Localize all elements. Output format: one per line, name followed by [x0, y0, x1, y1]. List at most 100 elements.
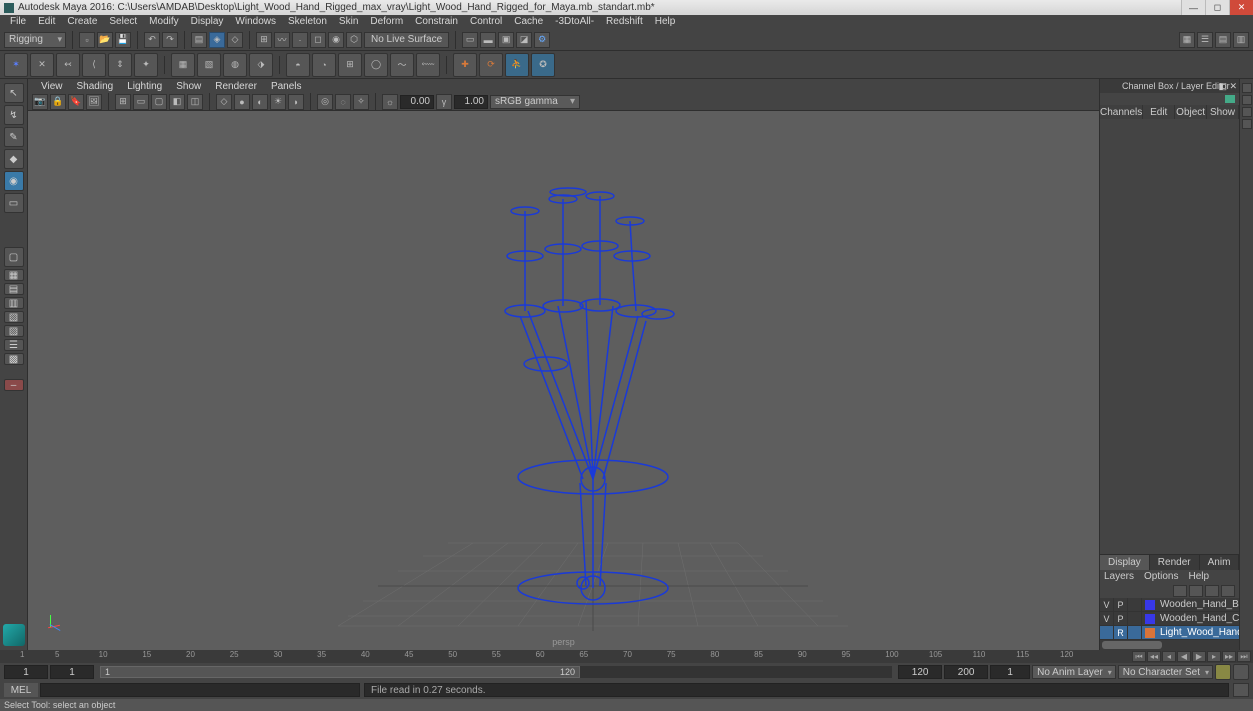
- lasso-tool-icon[interactable]: ↯: [4, 105, 24, 125]
- layer-new-selected-icon[interactable]: [1221, 585, 1235, 597]
- layout-custom-icon[interactable]: ▩: [4, 353, 24, 365]
- step-back-key-icon[interactable]: ◂◂: [1147, 651, 1161, 662]
- layer-reference-toggle[interactable]: [1128, 598, 1142, 611]
- layer-row[interactable]: V P Wooden_Hand_Contrl: [1100, 612, 1239, 626]
- open-scene-icon[interactable]: 📂: [97, 32, 113, 48]
- layout-outliner-persp-icon[interactable]: ▧: [4, 311, 24, 323]
- menu-control[interactable]: Control: [464, 15, 508, 29]
- scale-tool-icon[interactable]: ▭: [4, 193, 24, 213]
- layout-two-side-icon[interactable]: ▥: [4, 297, 24, 309]
- collapse-toolbox-icon[interactable]: –: [4, 379, 24, 391]
- layer-color-swatch[interactable]: [1145, 614, 1155, 624]
- go-to-start-icon[interactable]: ⏮: [1132, 651, 1146, 662]
- shelf-wrap-icon[interactable]: ◯: [364, 53, 388, 77]
- shelf-cluster-icon[interactable]: ◔: [312, 53, 336, 77]
- menu-help[interactable]: Help: [649, 15, 682, 29]
- layout-four-icon[interactable]: ▦: [4, 269, 24, 281]
- film-gate-icon[interactable]: ▭: [133, 94, 149, 110]
- rotate-tool-icon[interactable]: ◉: [4, 171, 24, 191]
- range-slider[interactable]: 1 120: [100, 666, 892, 678]
- menu-edit[interactable]: Edit: [32, 15, 61, 29]
- gamma-icon[interactable]: γ: [436, 94, 452, 110]
- resolution-gate-icon[interactable]: ▢: [151, 94, 167, 110]
- shelf-paint-weights-icon[interactable]: ◍: [223, 53, 247, 77]
- script-editor-icon[interactable]: [1233, 683, 1249, 697]
- layer-menu-layers[interactable]: Layers: [1104, 571, 1134, 582]
- play-backward-icon[interactable]: ◀: [1177, 651, 1191, 662]
- wireframe-icon[interactable]: ◇: [216, 94, 232, 110]
- shelf-joint-tool-icon[interactable]: ✶: [4, 53, 28, 77]
- shelf-humanik-icon[interactable]: ⛹: [505, 53, 529, 77]
- panel-menu-panels[interactable]: Panels: [264, 81, 309, 92]
- xray-icon[interactable]: ◌: [335, 94, 351, 110]
- layer-row[interactable]: V P Wooden_Hand_Bones: [1100, 598, 1239, 612]
- menu-display[interactable]: Display: [185, 15, 230, 29]
- channels-object-tab[interactable]: Object: [1175, 105, 1207, 119]
- animation-start-field[interactable]: 1: [4, 665, 48, 679]
- playback-start-field[interactable]: 1: [50, 665, 94, 679]
- channel-box-icon[interactable]: [1225, 95, 1235, 103]
- render-frame-icon[interactable]: ▣: [498, 32, 514, 48]
- menu-skeleton[interactable]: Skeleton: [282, 15, 333, 29]
- step-back-frame-icon[interactable]: ◂: [1162, 651, 1176, 662]
- modeling-toolkit-toggle-icon[interactable]: [1242, 119, 1252, 129]
- shelf-blendshape-icon[interactable]: ◓: [286, 53, 310, 77]
- step-forward-key-icon[interactable]: ▸▸: [1222, 651, 1236, 662]
- command-language-label[interactable]: MEL: [4, 683, 38, 697]
- grid-toggle-icon[interactable]: ⊞: [115, 94, 131, 110]
- layer-scrollbar[interactable]: [1100, 640, 1239, 650]
- move-tool-icon[interactable]: ◆: [4, 149, 24, 169]
- menu-redshift[interactable]: Redshift: [600, 15, 649, 29]
- time-slider[interactable]: 1510152025303540455055606570758085909510…: [0, 650, 1253, 663]
- shelf-wire-icon[interactable]: 〜: [390, 53, 414, 77]
- panel-layout-2-icon[interactable]: ☰: [1197, 32, 1213, 48]
- save-scene-icon[interactable]: 💾: [115, 32, 131, 48]
- redo-icon[interactable]: ↷: [162, 32, 178, 48]
- shelf-point-constraint-icon[interactable]: ✚: [453, 53, 477, 77]
- playback-end-field[interactable]: 120: [898, 665, 942, 679]
- shelf-ik-handle-icon[interactable]: ✕: [30, 53, 54, 77]
- layer-visibility-toggle[interactable]: [1100, 626, 1114, 639]
- shelf-orient-joint-icon[interactable]: ✦: [134, 53, 158, 77]
- layer-move-up-icon[interactable]: [1173, 585, 1187, 597]
- panel-menu-lighting[interactable]: Lighting: [120, 81, 169, 92]
- play-forward-icon[interactable]: ▶: [1192, 651, 1206, 662]
- menu-constrain[interactable]: Constrain: [409, 15, 464, 29]
- shelf-mirror-weights-icon[interactable]: ⬗: [249, 53, 273, 77]
- layer-playback-toggle[interactable]: P: [1114, 598, 1128, 611]
- shelf-lattice-icon[interactable]: ⊞: [338, 53, 362, 77]
- workspace-mode-dropdown[interactable]: Rigging: [4, 32, 66, 48]
- animation-prefs-icon[interactable]: [1233, 664, 1249, 680]
- panel-layout-3-icon[interactable]: ▤: [1215, 32, 1231, 48]
- gate-mask-icon[interactable]: ◧: [169, 94, 185, 110]
- snap-plane-icon[interactable]: ◻: [310, 32, 326, 48]
- layout-hypershade-icon[interactable]: ▨: [4, 325, 24, 337]
- layer-tab-anim[interactable]: Anim: [1200, 555, 1240, 570]
- image-plane-icon[interactable]: 🖼: [86, 94, 102, 110]
- layer-color-swatch[interactable]: [1145, 600, 1155, 610]
- new-scene-icon[interactable]: ▫: [79, 32, 95, 48]
- command-input[interactable]: [40, 683, 360, 697]
- layer-reference-toggle[interactable]: [1128, 612, 1142, 625]
- smooth-shade-icon[interactable]: ●: [234, 94, 250, 110]
- layer-reference-toggle[interactable]: [1128, 626, 1142, 639]
- menu-cache[interactable]: Cache: [508, 15, 549, 29]
- shelf-ik-spline-icon[interactable]: ↢: [56, 53, 80, 77]
- animation-end-field[interactable]: 200: [944, 665, 988, 679]
- panel-menu-view[interactable]: View: [34, 81, 70, 92]
- snap-grid-icon[interactable]: ⊞: [256, 32, 272, 48]
- channel-box-toggle-icon[interactable]: [1242, 107, 1252, 117]
- shelf-orient-constraint-icon[interactable]: ⟳: [479, 53, 503, 77]
- viewport[interactable]: persp: [28, 111, 1099, 650]
- select-camera-icon[interactable]: 📷: [32, 94, 48, 110]
- paint-select-tool-icon[interactable]: ✎: [4, 127, 24, 147]
- panel-menu-show[interactable]: Show: [169, 81, 208, 92]
- menu-select[interactable]: Select: [103, 15, 143, 29]
- tool-settings-toggle-icon[interactable]: [1242, 95, 1252, 105]
- select-by-object-icon[interactable]: ◈: [209, 32, 225, 48]
- layer-name[interactable]: Wooden_Hand_Contrl: [1158, 613, 1239, 624]
- layer-visibility-toggle[interactable]: V: [1100, 612, 1114, 625]
- ipr-render-icon[interactable]: ◪: [516, 32, 532, 48]
- layer-menu-options[interactable]: Options: [1144, 571, 1178, 582]
- render-settings-icon[interactable]: ⚙: [534, 32, 550, 48]
